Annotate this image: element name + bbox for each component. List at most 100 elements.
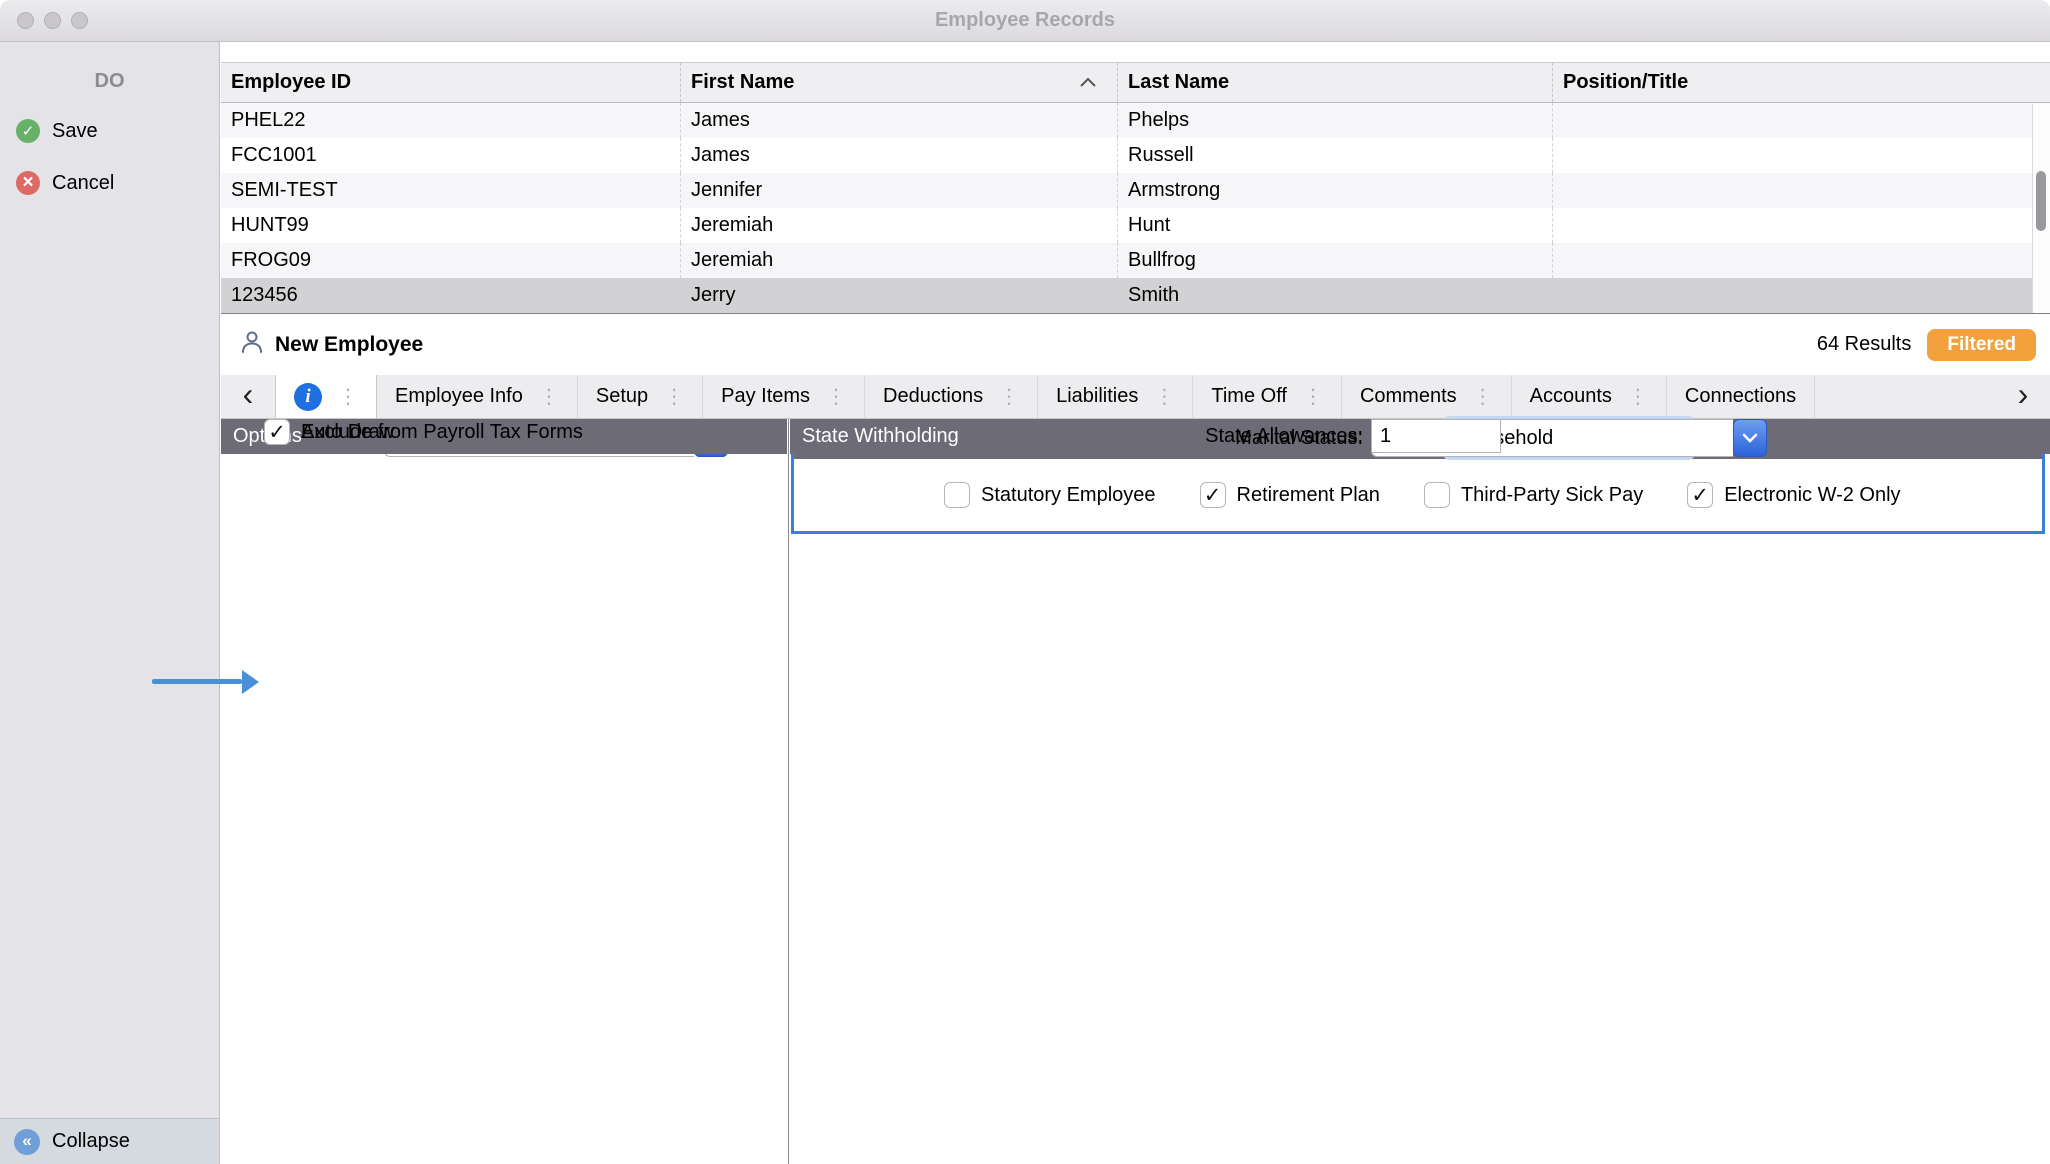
cell-first-name: Jeremiah [681,208,1118,243]
tab-grip-icon [1628,384,1648,409]
tab-label: Accounts [1530,385,1612,408]
tab-bar: ‹ i Employee Info Setup Pay Items Deduct… [221,375,2050,419]
tab-deductions[interactable]: Deductions [865,375,1038,418]
cancel-x-icon [16,171,40,195]
checkbox-label: Electronic W-2 Only [1724,484,1900,507]
chevron-left-icon: ‹ [243,378,254,410]
retirement-plan-checkbox-row: Retirement Plan [1200,482,1380,508]
new-employee-icon [239,329,265,360]
table-row[interactable]: FROG09 Jeremiah Bullfrog [221,243,2050,278]
table-header-row: Employee ID First Name Last Name Positio… [221,62,2050,103]
cell-first-name: James [681,103,1118,138]
tab-employee-info[interactable]: Employee Info [377,375,578,418]
electronic-w2-only-checkbox[interactable] [1687,482,1713,508]
checkbox-label: Third-Party Sick Pay [1461,484,1643,507]
cell-last-name: Armstrong [1118,173,1553,208]
cancel-button[interactable]: Cancel [16,168,114,198]
cell-position [1553,208,2050,243]
tab-grip-icon [1303,384,1323,409]
tab-info-selected[interactable]: i [275,375,377,418]
column-header-label: First Name [691,71,794,94]
titlebar: Employee Records [0,0,2050,42]
column-header-label: Last Name [1128,71,1229,94]
state-allowances-label: State Allowances: [790,425,1363,448]
column-header-label: Position/Title [1563,71,1688,94]
auto-draw-checkbox[interactable] [264,419,290,445]
cell-employee-id: FROG09 [221,243,681,278]
retirement-plan-checkbox[interactable] [1200,482,1226,508]
results-count: 64 Results [1817,333,1912,356]
scroll-tabs-left-button[interactable]: ‹ [221,375,275,418]
table-row[interactable]: HUNT99 Jeremiah Hunt [221,208,2050,243]
tab-time-off[interactable]: Time Off [1193,375,1342,418]
record-title: New Employee [275,333,423,357]
dropdown-button[interactable] [1733,419,1767,457]
tab-grip-icon [539,384,559,409]
table-row[interactable]: PHEL22 James Phelps [221,103,2050,138]
statutory-employee-checkbox-row: Statutory Employee [944,482,1156,508]
cell-employee-id: SEMI-TEST [221,173,681,208]
cell-employee-id: PHEL22 [221,103,681,138]
cell-position [1553,103,2050,138]
cell-position [1553,173,2050,208]
chevron-right-icon: › [2018,378,2029,410]
cell-first-name: Jennifer [681,173,1118,208]
tab-accounts[interactable]: Accounts [1512,375,1667,418]
cell-first-name: Jeremiah [681,243,1118,278]
tab-label: Deductions [883,385,983,408]
detail-content: Tax Table Codes State: Kentucky Local 1:… [221,419,2050,1164]
checkbox-label: Auto Draw [301,421,394,444]
cell-position [1553,243,2050,278]
electronic-w2-only-checkbox-row: Electronic W-2 Only [1687,482,1900,508]
save-label: Save [52,120,98,143]
table-row[interactable]: FCC1001 James Russell [221,138,2050,173]
cell-position [1553,278,2050,313]
table-scrollbar[interactable] [2032,104,2050,313]
close-button[interactable] [17,12,34,29]
tab-label: Pay Items [721,385,810,408]
statutory-employee-checkbox[interactable] [944,482,970,508]
cell-employee-id: 123456 [221,278,681,313]
save-check-icon [16,119,40,143]
third-party-sick-pay-checkbox[interactable] [1424,482,1450,508]
minimize-button[interactable] [44,12,61,29]
tab-label: Liabilities [1056,385,1138,408]
tab-connections[interactable]: Connections [1667,375,1815,418]
sidebar: DO Save Cancel Collapse [0,42,220,1164]
tab-liabilities[interactable]: Liabilities [1038,375,1193,418]
column-header-label: Employee ID [231,71,351,94]
collapse-chevrons-icon [14,1129,40,1155]
sort-ascending-icon [1079,77,1097,88]
collapse-button[interactable]: Collapse [0,1118,219,1164]
column-header-first-name[interactable]: First Name [681,63,1118,102]
tab-setup[interactable]: Setup [578,375,703,418]
tab-label: Connections [1685,385,1796,408]
save-button[interactable]: Save [16,116,98,146]
state-allowances-row: State Allowances: [790,419,1501,453]
cell-position [1553,138,2050,173]
scrollbar-thumb[interactable] [2036,171,2046,231]
zoom-button[interactable] [71,12,88,29]
annotation-arrow-head [242,670,259,694]
cell-last-name: Hunt [1118,208,1553,243]
window-title: Employee Records [0,0,2050,41]
column-header-last-name[interactable]: Last Name [1118,63,1553,102]
state-allowances-input[interactable] [1371,419,1501,453]
tab-grip-icon [1473,384,1493,409]
tab-comments[interactable]: Comments [1342,375,1512,418]
cell-last-name: Russell [1118,138,1553,173]
table-row[interactable]: SEMI-TEST Jennifer Armstrong [221,173,2050,208]
tab-label: Comments [1360,385,1457,408]
tab-pay-items[interactable]: Pay Items [703,375,865,418]
filtered-badge[interactable]: Filtered [1927,329,2036,361]
tab-grip-icon [338,384,358,409]
scroll-tabs-right-button[interactable]: › [1996,375,2050,418]
employee-table: Employee ID First Name Last Name Positio… [221,62,2050,314]
table-body: PHEL22 James Phelps FCC1001 James Russel… [221,103,2050,313]
cell-last-name: Bullfrog [1118,243,1553,278]
column-header-employee-id[interactable]: Employee ID [221,63,681,102]
column-header-position-title[interactable]: Position/Title [1553,63,2050,102]
auto-draw-checkbox-row: Auto Draw [264,419,394,445]
checkbox-label: Retirement Plan [1237,484,1380,507]
table-row-selected[interactable]: 123456 Jerry Smith [221,278,2050,313]
